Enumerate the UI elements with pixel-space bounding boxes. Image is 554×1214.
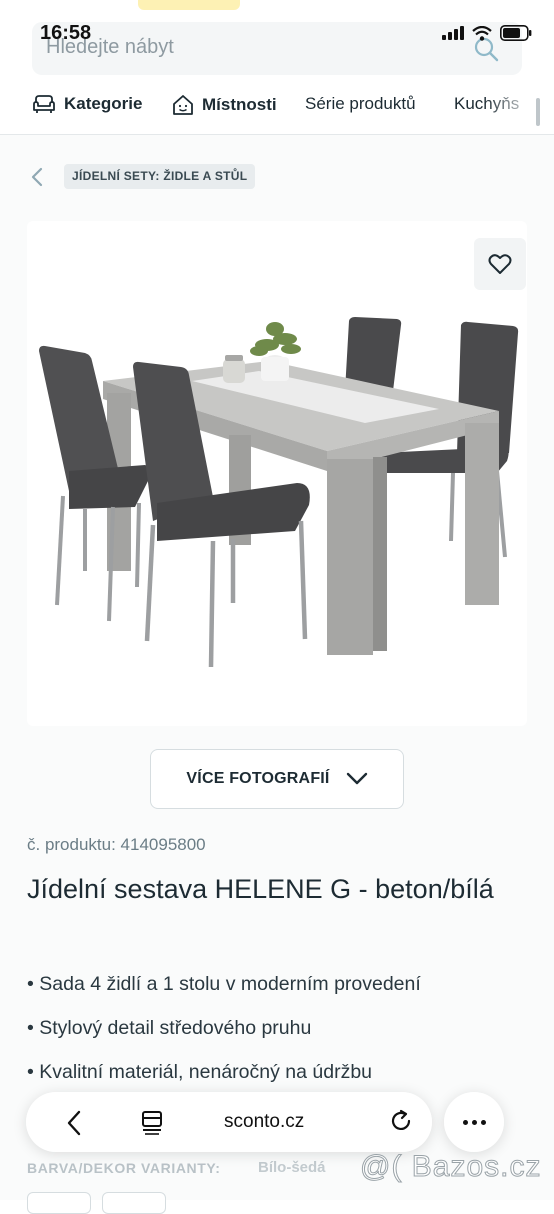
nav-item-kategorie[interactable]: Kategorie — [32, 94, 142, 114]
nav-item-mistnosti[interactable]: Místnosti — [172, 94, 277, 116]
feature-item: Sada 4 židlí a 1 stolu v moderním proved… — [27, 970, 421, 1014]
dining-set-illustration — [39, 317, 519, 668]
watermark: @( Bazos.cz — [360, 1150, 542, 1184]
browser-more-button[interactable] — [444, 1092, 504, 1152]
more-photos-button[interactable]: VÍCE FOTOGRAFIÍ — [150, 749, 404, 809]
category-nav: Kategorie Místnosti Série produktů Kuchy… — [0, 84, 554, 135]
browser-url[interactable]: sconto.cz — [224, 1111, 304, 1133]
chevron-down-icon — [346, 772, 367, 785]
house-icon — [173, 95, 193, 115]
nav-item-label: Místnosti — [202, 95, 277, 114]
signal-icon — [442, 26, 464, 40]
nav-item-serie-produktu[interactable]: Série produktů — [305, 94, 416, 114]
battery-icon — [500, 25, 532, 41]
browser-back-icon[interactable] — [66, 1110, 82, 1141]
nav-item-label: Kategorie — [64, 94, 143, 113]
more-dot — [471, 1119, 477, 1125]
heart-icon — [488, 254, 512, 274]
product-code: č. produktu: 414095800 — [27, 835, 206, 854]
status-icons — [442, 25, 532, 41]
more-dot — [480, 1119, 486, 1125]
variant-value: Bílo-šedá — [258, 1159, 326, 1176]
more-photos-label: VÍCE FOTOGRAFIÍ — [186, 770, 330, 787]
variant-swatch[interactable] — [27, 1192, 91, 1214]
wifi-icon — [472, 25, 492, 41]
product-image[interactable] — [27, 221, 527, 726]
product-title: Jídelní sestava HELENE G - beton/bílá — [27, 874, 494, 904]
sofa-icon — [33, 95, 55, 113]
feature-list: Sada 4 židlí a 1 stolu v moderním proved… — [27, 970, 421, 1102]
browser-toolbar: sconto.cz — [26, 1092, 432, 1152]
nav-scrollbar[interactable] — [536, 98, 540, 126]
tabs-icon[interactable] — [140, 1109, 164, 1140]
reload-icon[interactable] — [388, 1108, 414, 1139]
variant-label: BARVA/DEKOR VARIANTY: — [27, 1160, 221, 1176]
status-time: 16:58 — [40, 22, 92, 44]
breadcrumb[interactable]: JÍDELNÍ SETY: ŽIDLE A STŮL — [64, 164, 256, 189]
status-bar: 16:58 — [0, 0, 554, 44]
back-chevron-icon[interactable] — [28, 166, 46, 193]
more-dots-icon — [462, 1119, 468, 1125]
nav-item-label: Série produktů — [305, 94, 416, 113]
nav-fade — [484, 84, 554, 134]
feature-item: Stylový detail středového pruhu — [27, 1014, 421, 1058]
favorite-button[interactable] — [474, 238, 526, 290]
variant-swatch[interactable] — [102, 1192, 166, 1214]
